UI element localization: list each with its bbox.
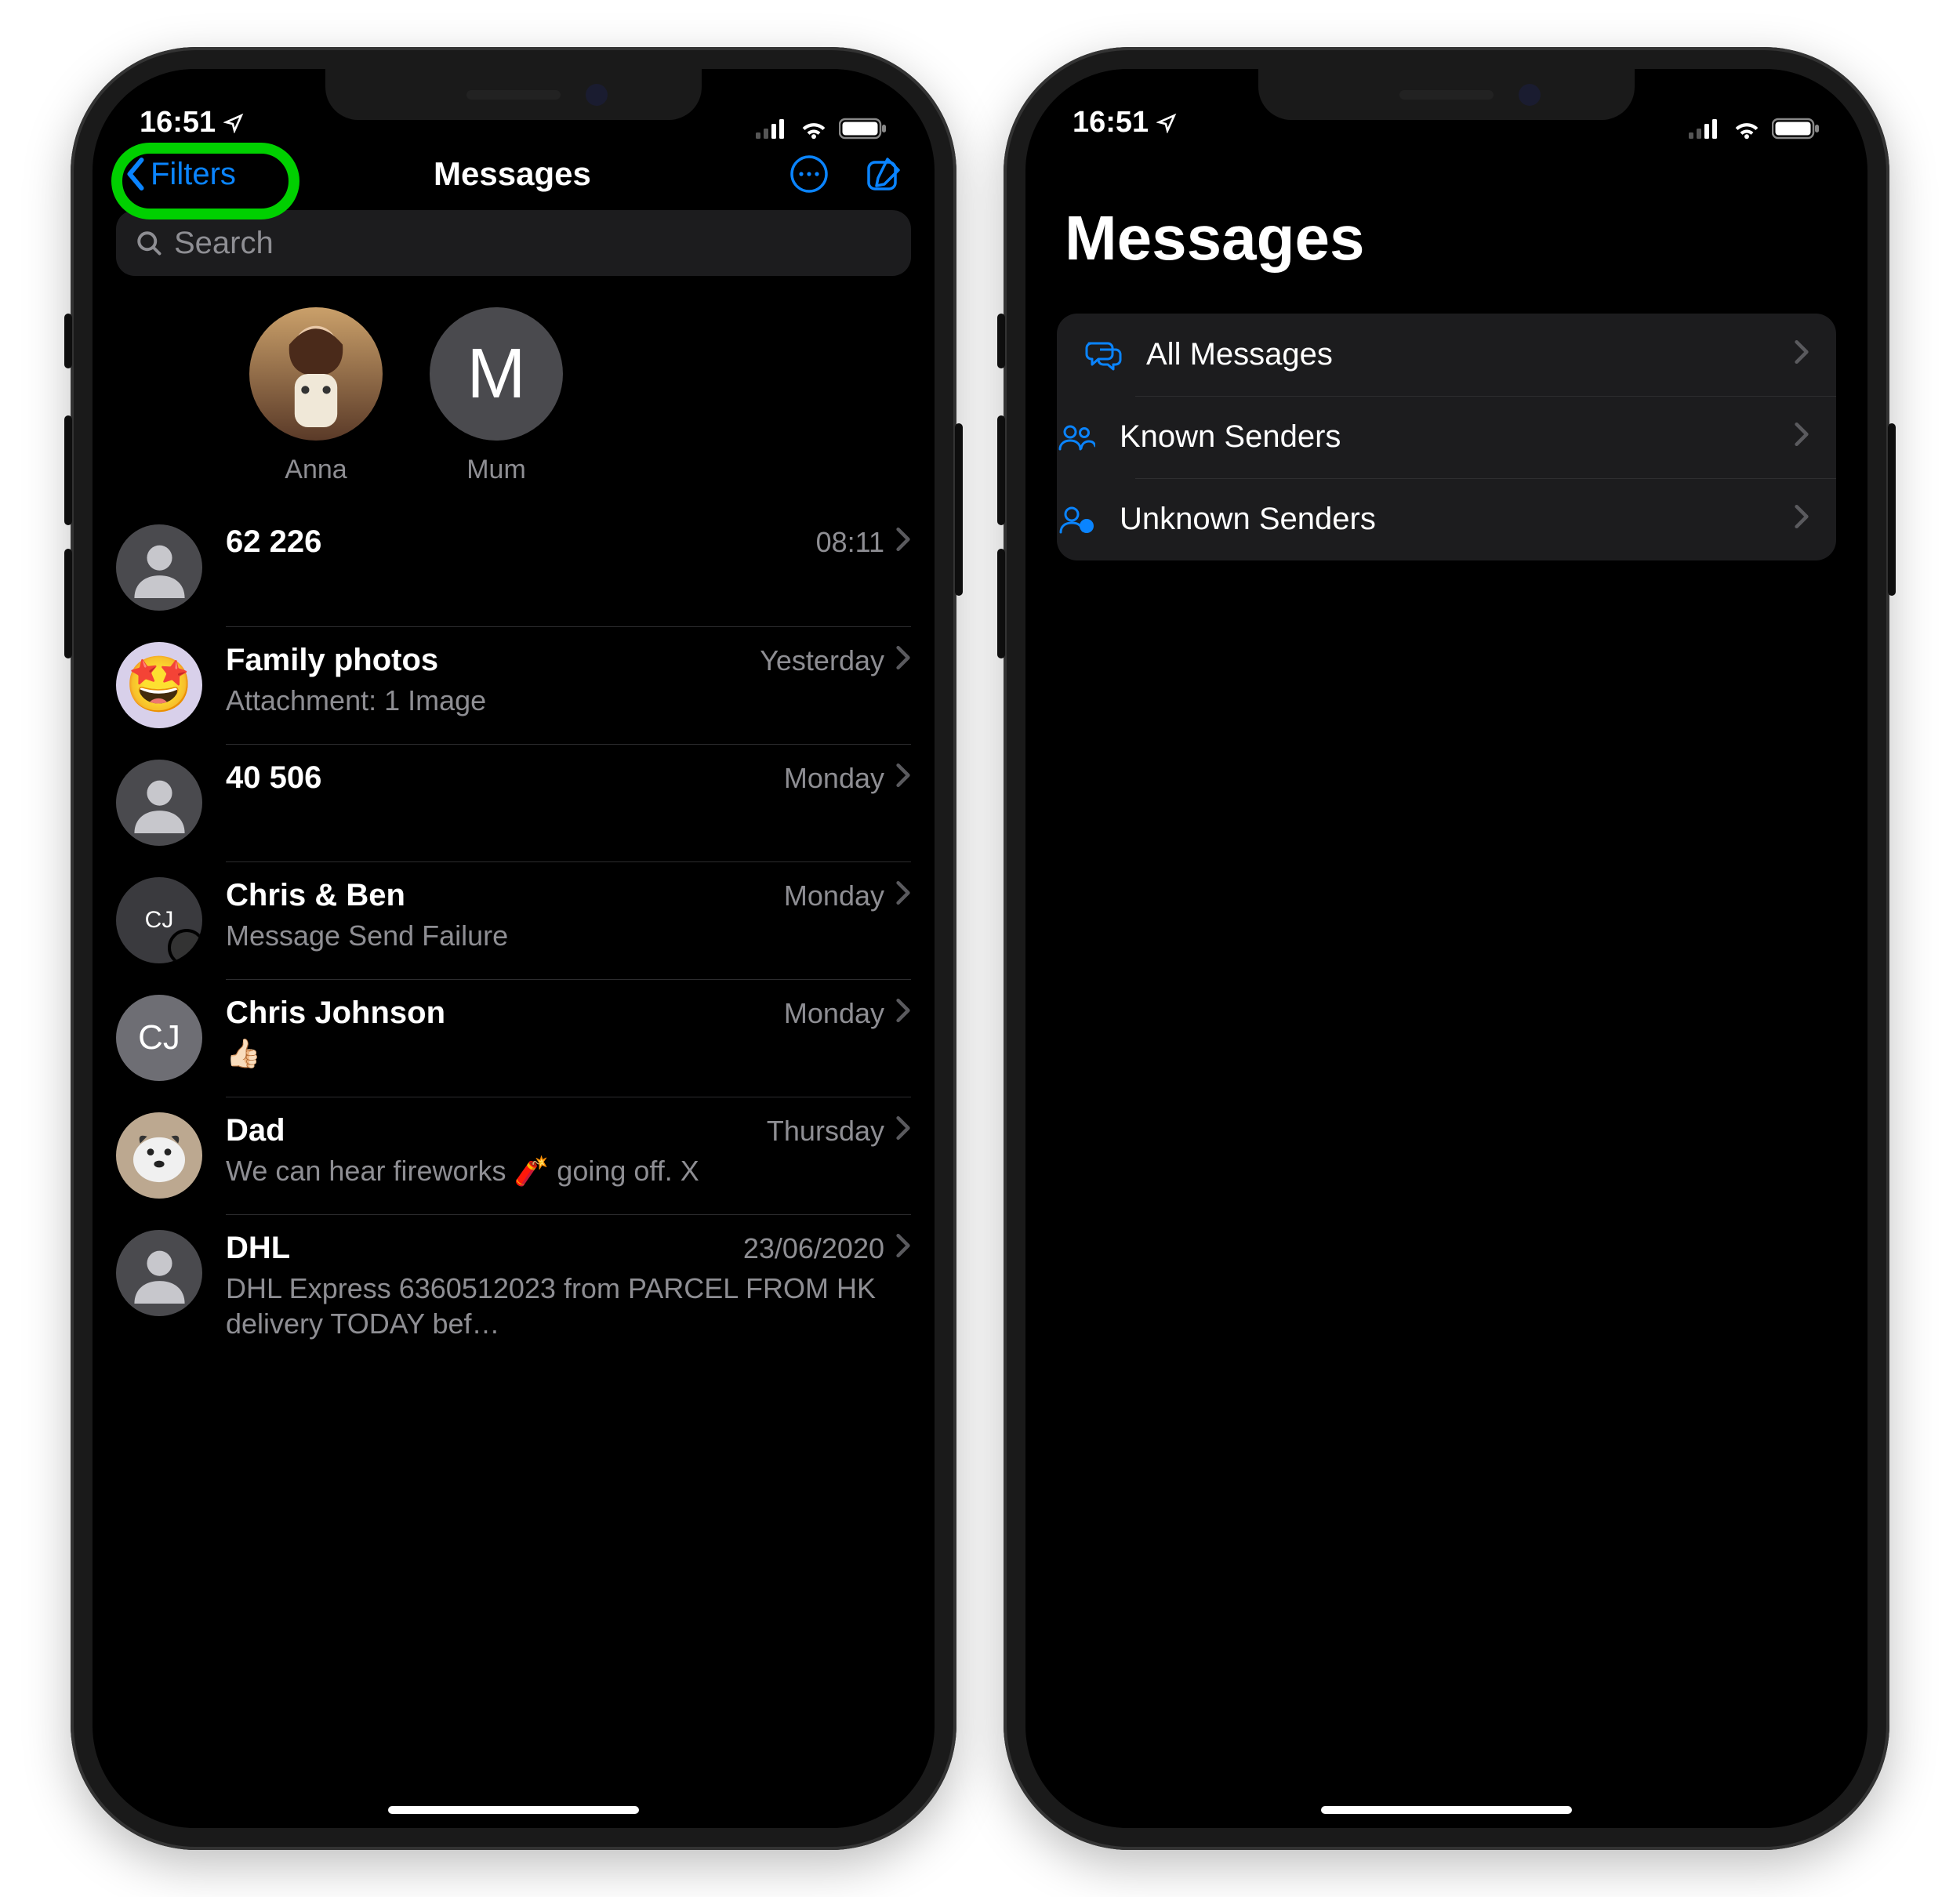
page-title: Messages [434, 155, 591, 193]
chevron-right-icon [895, 644, 911, 677]
contact-name: Family photos [226, 643, 749, 678]
filter-unknown-senders[interactable]: ? Unknown Senders [1057, 478, 1836, 560]
message-preview: 👍🏻 [226, 1036, 911, 1071]
back-label: Filters [151, 157, 236, 192]
status-time: 16:51 [140, 106, 216, 140]
contact-name: Chris Johnson [226, 996, 773, 1031]
status-time: 16:51 [1073, 106, 1149, 140]
chevron-back-icon [124, 158, 147, 190]
compose-button[interactable] [864, 154, 903, 194]
svg-text:?: ? [1083, 520, 1090, 531]
pinned-name: Mum [466, 455, 526, 485]
chevron-right-icon [1794, 419, 1809, 455]
filter-known-senders[interactable]: Known Senders [1057, 396, 1836, 478]
contact-name: Dad [226, 1113, 756, 1148]
more-button[interactable] [789, 154, 829, 194]
message-preview: Message Send Failure [226, 918, 911, 953]
conversation-row[interactable]: 🤩 Family photos Yesterday Attachment: 1 … [116, 626, 935, 744]
battery-icon [1772, 118, 1820, 140]
avatar: 🤩 [116, 642, 202, 728]
battery-icon [839, 118, 887, 140]
conversation-row[interactable]: CJ Chris & Ben Monday Message Send Failu… [116, 861, 935, 979]
avatar: CJ [116, 995, 202, 1081]
chevron-right-icon [1794, 337, 1809, 372]
location-icon [1156, 113, 1177, 133]
timestamp: Monday [784, 880, 884, 912]
screen-messages-list: 16:51 Filters Messages [93, 69, 935, 1828]
contact-name: 62 226 [226, 524, 805, 560]
avatar: CJ [116, 877, 202, 963]
contact-name: DHL [226, 1231, 732, 1266]
compose-icon [864, 154, 903, 194]
filter-all-messages[interactable]: All Messages [1057, 314, 1836, 396]
conversation-row[interactable]: CJ Chris Johnson Monday 👍🏻 [116, 979, 935, 1097]
chevron-right-icon [895, 762, 911, 795]
conversation-row[interactable]: 40 506 Monday [116, 744, 935, 861]
search-input[interactable]: Search [116, 210, 911, 276]
timestamp: Monday [784, 997, 884, 1030]
cellular-icon [1689, 118, 1722, 140]
search-placeholder: Search [174, 226, 274, 261]
avatar [116, 524, 202, 611]
ellipsis-circle-icon [789, 154, 829, 194]
avatar: M [430, 307, 563, 441]
nav-bar: Filters Messages [93, 147, 935, 205]
pinned-section: Anna M Mum [93, 276, 935, 509]
search-icon [135, 229, 163, 257]
pinned-contact[interactable]: M Mum [430, 307, 563, 485]
device-right: 16:51 Messages All Messages [1004, 47, 1889, 1850]
chevron-right-icon [895, 880, 911, 912]
contact-name: Chris & Ben [226, 878, 773, 913]
location-icon [223, 113, 244, 133]
conversation-row[interactable]: DHL 23/06/2020 DHL Express 6360512023 fr… [116, 1214, 935, 1357]
screen-filters: 16:51 Messages All Messages [1025, 69, 1867, 1828]
message-preview: Attachment: 1 Image [226, 683, 911, 718]
wifi-icon [1731, 118, 1762, 140]
filter-label: All Messages [1146, 337, 1770, 372]
conversation-row[interactable]: Dad Thursday We can hear fireworks 🧨 goi… [116, 1097, 935, 1214]
chevron-right-icon [895, 1232, 911, 1265]
wifi-icon [798, 118, 829, 140]
chevron-right-icon [1794, 502, 1809, 537]
chevron-right-icon [895, 997, 911, 1030]
filter-label: Unknown Senders [1120, 502, 1770, 537]
conversation-row[interactable]: 62 226 08:11 [116, 509, 935, 626]
avatar [116, 1112, 202, 1199]
conversation-list[interactable]: 62 226 08:11 🤩 Family photos Yesterday [93, 509, 935, 1357]
timestamp: 08:11 [816, 526, 884, 559]
avatar [249, 307, 383, 441]
chevron-right-icon [895, 526, 911, 559]
unknown-person-icon: ? [1057, 504, 1096, 535]
contact-name: 40 506 [226, 760, 773, 796]
cellular-icon [756, 118, 789, 140]
timestamp: Monday [784, 762, 884, 795]
home-indicator[interactable] [388, 1806, 639, 1814]
filter-list: All Messages Known Senders ? Unknown Sen… [1057, 314, 1836, 560]
back-button[interactable]: Filters [124, 157, 236, 192]
people-icon [1057, 422, 1096, 453]
home-indicator[interactable] [1321, 1806, 1572, 1814]
timestamp: Yesterday [760, 644, 884, 677]
device-left: 16:51 Filters Messages [71, 47, 956, 1850]
avatar [116, 1230, 202, 1316]
timestamp: Thursday [767, 1115, 884, 1148]
chevron-right-icon [895, 1115, 911, 1148]
page-title: Messages [1025, 147, 1867, 306]
message-preview: We can hear fireworks 🧨 going off. X [226, 1153, 911, 1188]
timestamp: 23/06/2020 [743, 1232, 884, 1265]
filter-label: Known Senders [1120, 419, 1770, 455]
pinned-name: Anna [285, 455, 347, 485]
message-preview: DHL Express 6360512023 from PARCEL FROM … [226, 1271, 911, 1341]
pinned-contact[interactable]: Anna [249, 307, 383, 485]
messages-icon [1083, 338, 1123, 372]
avatar [116, 760, 202, 846]
